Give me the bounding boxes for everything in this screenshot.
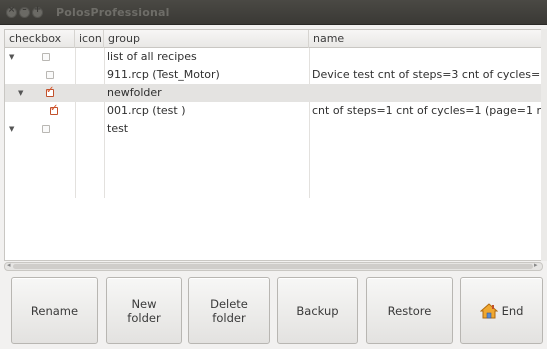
- cell-name: [312, 48, 542, 66]
- minimize-icon[interactable]: –: [19, 5, 30, 18]
- table-row[interactable]: ✓ 001.rcp (test ) cnt of steps=1 cnt of cy…: [5, 102, 543, 120]
- cell-group: list of all recipes: [107, 50, 197, 63]
- column-header-group[interactable]: group: [104, 30, 309, 48]
- table-row[interactable]: ▼ list of all recipes: [5, 48, 542, 66]
- scroll-left-icon[interactable]: ◂: [7, 261, 11, 269]
- cell-group: 001.rcp (test ): [107, 104, 186, 117]
- checkmark-icon: ✓: [46, 85, 55, 96]
- end-button-content: End: [479, 302, 524, 319]
- window-controls: × – +: [6, 5, 45, 19]
- vertical-scrollbar[interactable]: [541, 29, 547, 261]
- row-checkbox[interactable]: [46, 71, 54, 79]
- title-bar: × – + PolosProfessional: [0, 0, 547, 25]
- cell-name: cnt of steps=1 cnt of cycles=1 (page=1 r…: [312, 104, 543, 117]
- table-row[interactable]: 911.rcp (Test_Motor) Device test cnt of s…: [5, 66, 543, 84]
- recipe-tree-table[interactable]: checkbox icon group name ▼ list of all re…: [4, 29, 543, 261]
- cell-name: [312, 84, 542, 102]
- new-folder-button[interactable]: New folder: [106, 277, 182, 344]
- new-folder-button-label: New folder: [127, 296, 161, 325]
- table-row[interactable]: ▼ ✓ newfolder: [5, 84, 542, 102]
- triangle-down-icon[interactable]: ▼: [9, 48, 14, 66]
- row-checkbox[interactable]: [42, 53, 50, 61]
- backup-button[interactable]: Backup: [277, 277, 358, 344]
- cell-group: newfolder: [107, 86, 162, 99]
- row-checkbox[interactable]: ✓: [50, 103, 58, 115]
- triangle-down-icon[interactable]: ▼: [18, 84, 23, 102]
- column-header-checkbox[interactable]: checkbox: [5, 30, 75, 48]
- cell-name: Device test cnt of steps=3 cnt of cycles…: [312, 68, 543, 81]
- close-icon[interactable]: ×: [6, 5, 17, 18]
- horizontal-scrollbar[interactable]: ◂ ▸: [4, 261, 543, 271]
- triangle-down-icon[interactable]: ▼: [9, 120, 14, 138]
- cell-group: test: [107, 122, 129, 135]
- restore-button-label: Restore: [387, 303, 432, 318]
- home-icon: [479, 302, 498, 318]
- table-row[interactable]: ▼ test: [5, 120, 542, 138]
- end-button[interactable]: End: [460, 277, 543, 344]
- column-header-icon[interactable]: icon: [75, 30, 104, 48]
- column-header-name[interactable]: name: [309, 30, 542, 48]
- delete-folder-button-label: Delete folder: [210, 296, 248, 325]
- end-button-label: End: [501, 303, 524, 318]
- rename-button-label: Rename: [30, 303, 79, 318]
- window-title: PolosProfessional: [56, 6, 170, 19]
- table-header: checkbox icon group name: [5, 30, 542, 48]
- scrollbar-thumb[interactable]: [13, 264, 533, 269]
- scroll-right-icon[interactable]: ▸: [534, 261, 538, 269]
- rename-button[interactable]: Rename: [11, 277, 98, 344]
- row-checkbox[interactable]: ✓: [46, 85, 54, 97]
- backup-button-label: Backup: [296, 303, 339, 318]
- maximize-icon[interactable]: +: [32, 5, 43, 18]
- restore-button[interactable]: Restore: [366, 277, 453, 344]
- checkmark-icon: ✓: [50, 103, 59, 114]
- cell-group: 911.rcp (Test_Motor): [107, 68, 220, 81]
- row-checkbox[interactable]: [42, 125, 50, 133]
- cell-name: [312, 120, 542, 138]
- delete-folder-button[interactable]: Delete folder: [188, 277, 270, 344]
